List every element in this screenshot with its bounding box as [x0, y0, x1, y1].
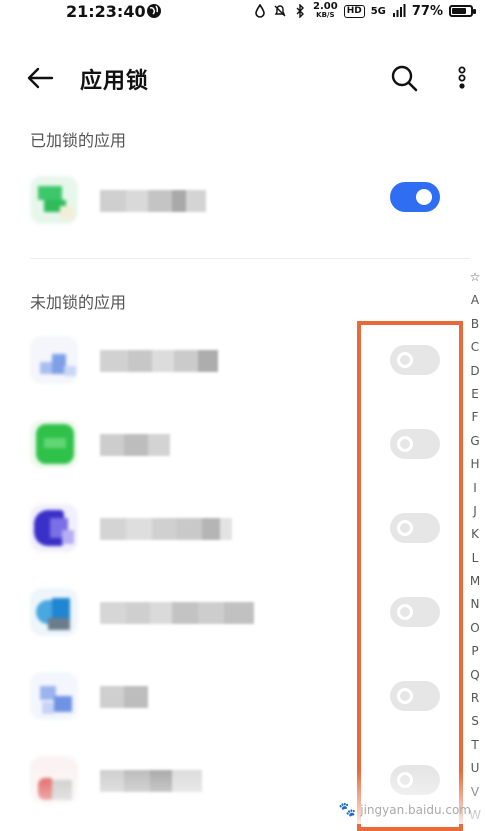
index-letter[interactable]: M: [470, 570, 480, 593]
index-letter[interactable]: R: [471, 687, 479, 710]
index-letter[interactable]: S: [471, 710, 479, 733]
hd-badge: HD: [343, 4, 365, 18]
locked-app-row[interactable]: [0, 162, 470, 246]
alphabet-index[interactable]: ☆ABCDEFGHIJKLMNOPQRSTUVW: [466, 266, 484, 827]
signal-bars-icon: [392, 4, 406, 17]
watermark-text: jingyan.baidu.com: [360, 803, 471, 817]
app-icon: [30, 336, 78, 384]
index-letter[interactable]: J: [473, 500, 477, 523]
app-name-blurred: [100, 602, 254, 624]
app-icon: [30, 176, 78, 224]
page-title: 应用锁: [80, 69, 150, 94]
index-letter[interactable]: A: [471, 289, 479, 312]
battery-percent: 77%: [411, 3, 443, 19]
app-name-blurred: [100, 350, 218, 372]
watermark: 🐾 jingyan.baidu.com: [339, 802, 471, 818]
arrow-left-icon[interactable]: [26, 66, 54, 90]
index-letter[interactable]: D: [470, 360, 479, 383]
app-name-blurred: [100, 686, 148, 708]
status-bar: 21:23:40 2.00 KB/S HD 5G 77%: [0, 0, 485, 24]
search-icon[interactable]: [390, 64, 418, 92]
app-icon: [30, 504, 78, 552]
index-letter[interactable]: K: [471, 523, 479, 546]
app-icon: [30, 588, 78, 636]
section-divider: [30, 258, 470, 259]
index-letter[interactable]: C: [471, 336, 479, 359]
status-icons: 2.00 KB/S HD 5G 77%: [253, 1, 476, 20]
index-letter[interactable]: I: [473, 477, 477, 500]
index-letter[interactable]: B: [471, 313, 479, 336]
index-letter[interactable]: H: [470, 453, 479, 476]
index-letter[interactable]: T: [471, 734, 478, 757]
app-name-blurred: [100, 518, 232, 540]
app-icon: [30, 420, 78, 468]
index-letter[interactable]: Q: [470, 664, 479, 687]
battery-fill: [452, 8, 466, 14]
globe-icon: [147, 4, 161, 18]
locked-section-title: 已加锁的应用: [30, 131, 127, 150]
net-speed: 2.00 KB/S: [313, 1, 338, 20]
index-letter[interactable]: N: [471, 593, 480, 616]
index-letter[interactable]: G: [470, 430, 479, 453]
baidu-paw-icon: 🐾: [338, 802, 357, 818]
index-letter[interactable]: P: [471, 640, 478, 663]
index-letter[interactable]: E: [471, 383, 479, 406]
app-bar: 应用锁: [0, 50, 485, 106]
status-time: 21:23:40: [66, 2, 146, 21]
mute-bell-icon: [274, 5, 286, 17]
index-letter[interactable]: ☆: [470, 266, 481, 289]
index-letter[interactable]: O: [470, 617, 479, 640]
unlocked-section-title: 未加锁的应用: [30, 293, 127, 312]
more-vertical-icon[interactable]: [452, 64, 472, 92]
app-name-blurred: [100, 190, 206, 212]
lock-toggle[interactable]: [390, 182, 440, 212]
bluetooth-icon: [296, 4, 304, 18]
app-icon: [30, 672, 78, 720]
highlight-box: [357, 321, 463, 831]
app-name-blurred: [100, 434, 170, 456]
water-drop-icon: [255, 4, 265, 18]
battery-icon: [449, 5, 476, 17]
signal-5g: 5G: [370, 5, 386, 17]
index-letter[interactable]: F: [472, 406, 479, 429]
index-letter[interactable]: L: [472, 547, 479, 570]
